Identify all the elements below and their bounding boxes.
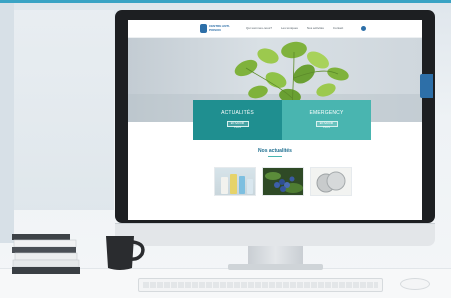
nav-item-contact[interactable]: Contact xyxy=(333,26,343,30)
cleaning-products-image xyxy=(221,174,253,194)
keyboard xyxy=(138,278,383,292)
coin-battery-image xyxy=(316,171,346,193)
nav-item-about[interactable]: Qui sommes-nous? xyxy=(246,26,272,30)
top-stripe xyxy=(0,0,451,3)
berries-image xyxy=(265,172,303,193)
mouse xyxy=(400,278,430,290)
left-wall xyxy=(0,3,14,243)
tile-emergency-button[interactable]: EN SAVOIR PLUS xyxy=(315,121,338,129)
news-thumbnail-products[interactable] xyxy=(214,167,256,196)
tile-news-title: ACTUALITÉS xyxy=(221,110,254,116)
search-icon[interactable] xyxy=(361,26,366,31)
keyboard-keys xyxy=(143,282,378,288)
nav-item-activities[interactable]: Nos activités xyxy=(307,26,324,30)
desk-scene: CENTRE ANTI-POISON Qui sommes-nous? Les … xyxy=(0,0,451,298)
news-section-title: Nos actualités xyxy=(258,148,292,154)
monitor-screen: CENTRE ANTI-POISON Qui sommes-nous? Les … xyxy=(128,20,422,220)
book-stack xyxy=(12,234,80,274)
tile-news[interactable]: ACTUALITÉS EN SAVOIR PLUS xyxy=(193,100,282,140)
feature-tiles: ACTUALITÉS EN SAVOIR PLUS EMERGENCY EN S… xyxy=(193,100,371,140)
section-divider xyxy=(268,156,282,157)
coffee-mug xyxy=(106,236,145,270)
monitor-stand-foot xyxy=(228,264,323,270)
site-navbar: CENTRE ANTI-POISON Qui sommes-nous? Les … xyxy=(128,20,422,38)
tile-emergency[interactable]: EMERGENCY EN SAVOIR PLUS xyxy=(282,100,371,140)
monitor-chin xyxy=(115,223,435,246)
news-thumbnail-batteries[interactable] xyxy=(310,167,352,196)
logo-icon[interactable] xyxy=(200,24,207,33)
nav-item-toxics[interactable]: Les toxiques xyxy=(281,26,298,30)
monitor-stand-neck xyxy=(248,246,303,266)
site-logo-text[interactable]: CENTRE ANTI-POISON xyxy=(209,24,233,32)
background-window xyxy=(14,10,114,210)
tile-emergency-title: EMERGENCY xyxy=(309,110,344,116)
side-widget-tab[interactable] xyxy=(420,74,433,98)
nav-links: Qui sommes-nous? Les toxiques Nos activi… xyxy=(246,26,343,30)
tile-news-button[interactable]: EN SAVOIR PLUS xyxy=(226,121,249,129)
news-thumbnail-berries[interactable] xyxy=(262,167,304,196)
